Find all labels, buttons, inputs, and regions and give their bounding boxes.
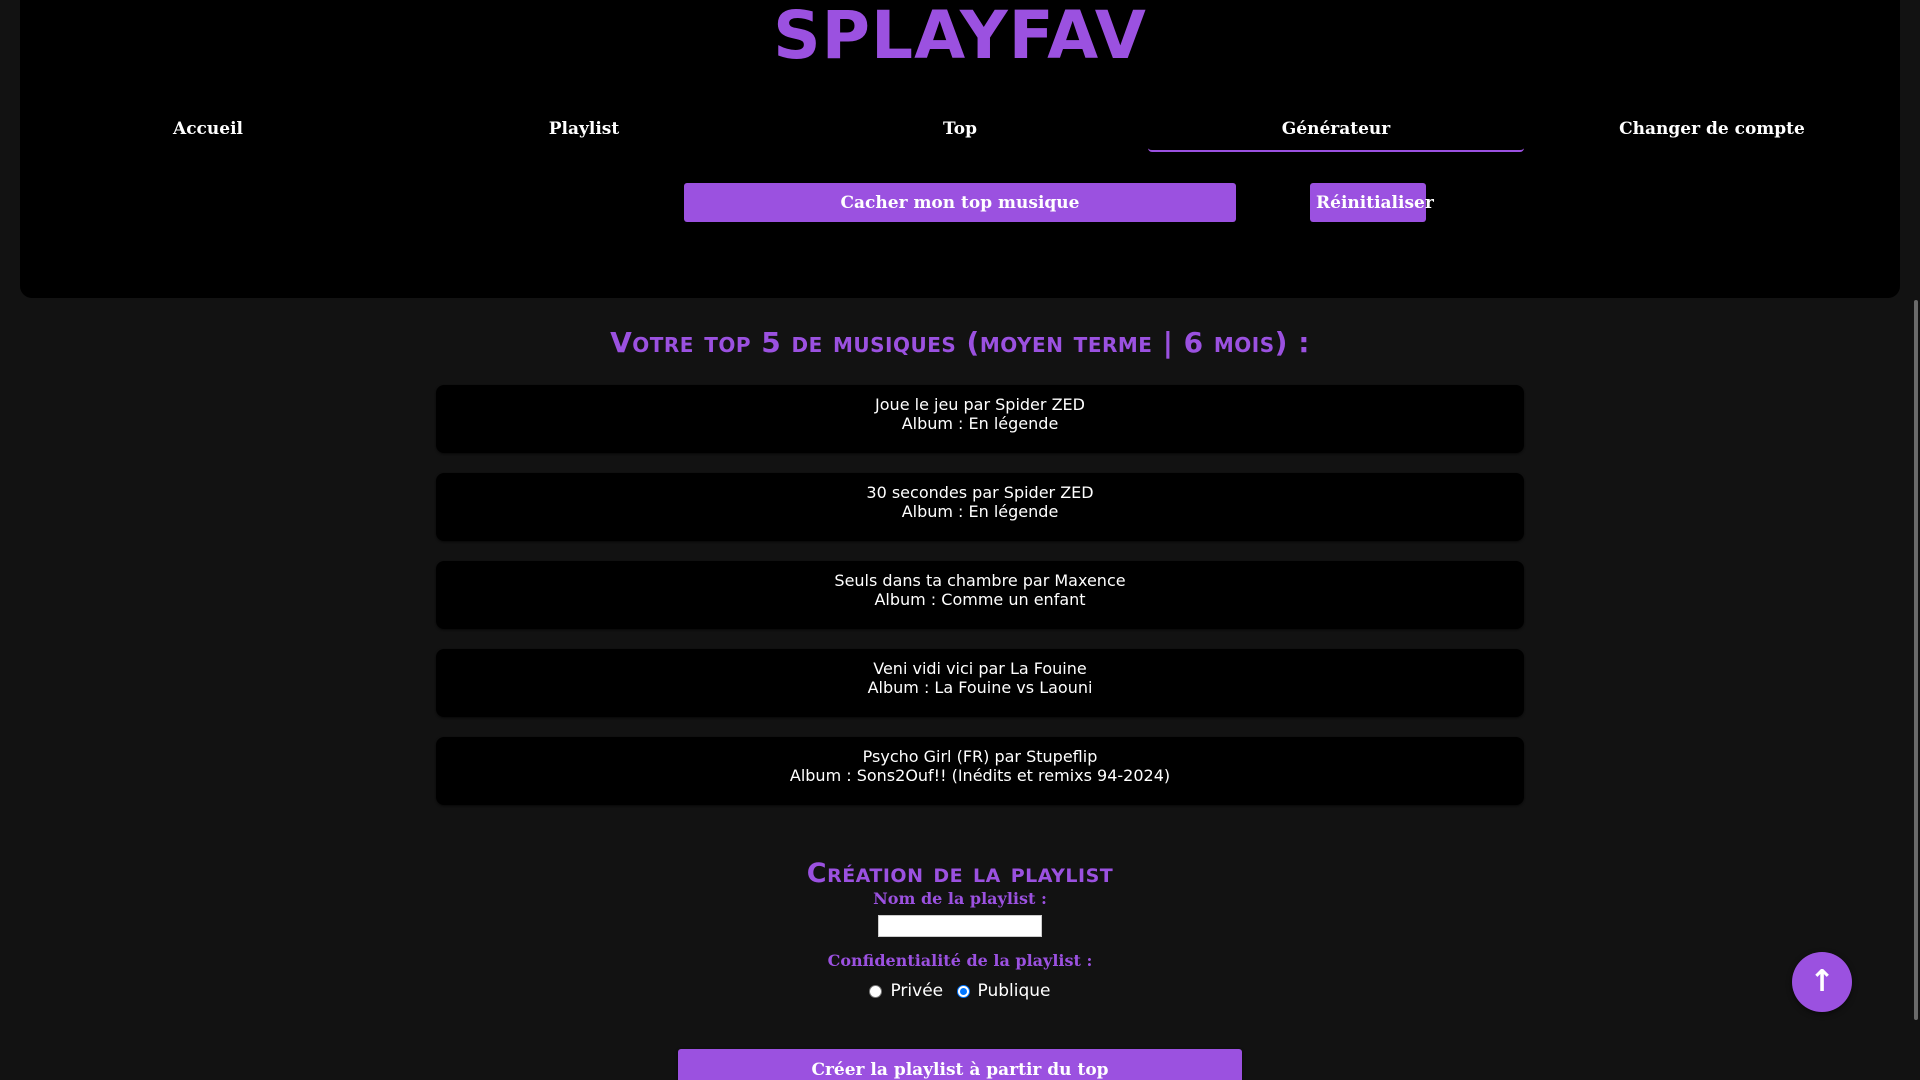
track-card: Veni vidi vici par La Fouine Album : La …	[436, 649, 1524, 717]
privacy-radio-group: Privée Publique	[0, 981, 1920, 1003]
track-card: 30 secondes par Spider ZED Album : En lé…	[436, 473, 1524, 541]
nav-item-playlist[interactable]: Playlist	[396, 106, 772, 152]
track-album: Album : En légende	[901, 502, 1059, 521]
hide-top-button[interactable]: Cacher mon top musique	[684, 183, 1236, 222]
radio-publique-label: Publique	[977, 981, 1051, 1001]
top-section-title: Votre top 5 de musiques (moyen terme | 6…	[610, 326, 1310, 359]
track-title: 30 secondes par Spider ZED	[866, 483, 1094, 502]
playlist-name-label: Nom de la playlist :	[873, 889, 1047, 908]
radio-privee-label: Privée	[890, 981, 944, 1001]
track-title: Joue le jeu par Spider ZED	[875, 395, 1085, 414]
track-title: Veni vidi vici par La Fouine	[873, 659, 1087, 678]
reset-button[interactable]: Réinitialiser	[1310, 183, 1434, 222]
brand-title: SPLAYFAV	[773, 0, 1147, 74]
privacy-option-publique[interactable]: Publique	[956, 981, 1051, 1001]
playlist-name-input[interactable]	[878, 915, 1042, 937]
privacy-option-privee[interactable]: Privée	[869, 981, 943, 1001]
track-title: Psycho Girl (FR) par Stupeflip	[862, 747, 1098, 766]
track-card: Seuls dans ta chambre par Maxence Album …	[436, 561, 1524, 629]
radio-publique[interactable]	[956, 984, 970, 998]
track-title: Seuls dans ta chambre par Maxence	[834, 571, 1126, 590]
nav-item-accueil[interactable]: Accueil	[20, 106, 396, 152]
track-album: Album : Sons2Ouf!! (Inédits et remixs 94…	[789, 766, 1171, 785]
nav-item-changer-de-compte[interactable]: Changer de compte	[1524, 106, 1900, 152]
scrollbar[interactable]	[1914, 300, 1918, 1020]
nav-item-top[interactable]: Top	[772, 106, 1148, 152]
creation-section-title: Création de la playlist	[806, 858, 1114, 889]
create-playlist-button[interactable]: Créer la playlist à partir du top	[678, 1049, 1242, 1080]
track-album: Album : La Fouine vs Laouni	[867, 678, 1093, 697]
radio-privee[interactable]	[869, 984, 883, 998]
nav-item-generateur[interactable]: Générateur	[1148, 106, 1524, 152]
scroll-to-top-button[interactable]: ↑	[1792, 952, 1852, 1012]
main-nav: Accueil Playlist Top Générateur Changer …	[20, 106, 1900, 152]
privacy-label: Confidentialité de la playlist :	[827, 951, 1093, 970]
arrow-up-icon: ↑	[1809, 964, 1835, 999]
track-album: Album : En légende	[901, 414, 1059, 433]
track-card: Joue le jeu par Spider ZED Album : En lé…	[436, 385, 1524, 453]
page: SPLAYFAV Accueil Playlist Top Générateur…	[0, 0, 1920, 1080]
track-list: Joue le jeu par Spider ZED Album : En lé…	[436, 385, 1524, 825]
track-album: Album : Comme un enfant	[874, 590, 1086, 609]
track-card: Psycho Girl (FR) par Stupeflip Album : S…	[436, 737, 1524, 805]
